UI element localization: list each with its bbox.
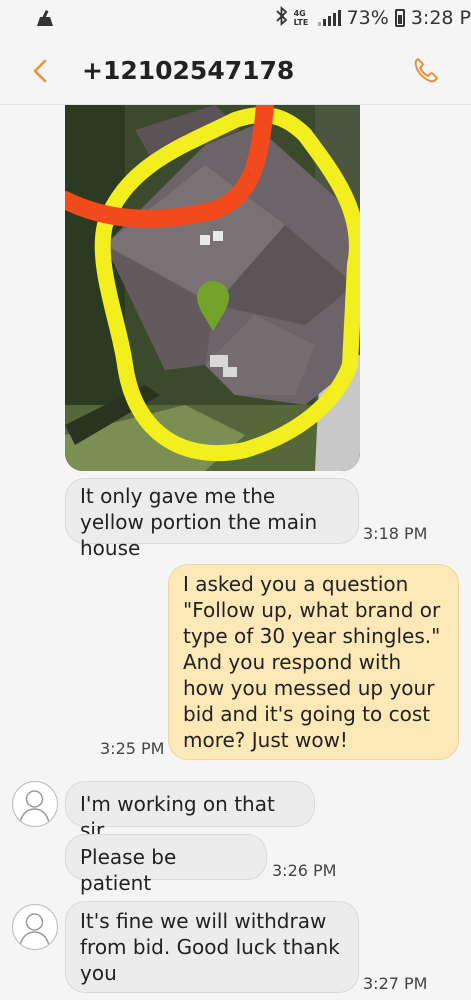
message-timestamp: 3:25 PM bbox=[100, 739, 165, 758]
message-timestamp: 3:26 PM bbox=[272, 861, 337, 880]
message-text: It only gave me the yellow portion the m… bbox=[80, 484, 318, 560]
message-list[interactable]: It only gave me the yellow portion the m… bbox=[0, 105, 471, 1000]
person-icon bbox=[19, 913, 50, 947]
contact-title: +12102547178 bbox=[82, 56, 295, 85]
message-timestamp: 3:18 PM bbox=[363, 524, 428, 543]
status-icons: 4G LTE 73% 3:28 P bbox=[275, 5, 471, 31]
message-text: Please be patient bbox=[80, 845, 177, 895]
back-button[interactable] bbox=[22, 50, 62, 90]
conversation-header: +12102547178 bbox=[0, 36, 471, 105]
incoming-message[interactable]: I'm working on that sir bbox=[65, 781, 315, 842]
message-text: It's fine we will withdraw from bid. Goo… bbox=[80, 909, 340, 985]
battery-percentage: 73% bbox=[346, 7, 389, 29]
signal-strength-icon bbox=[317, 10, 341, 26]
chevron-left-icon bbox=[33, 59, 47, 83]
status-time: 3:28 P bbox=[410, 7, 471, 29]
battery-icon bbox=[394, 9, 405, 27]
aerial-roof-photo bbox=[65, 105, 360, 471]
bluetooth-icon bbox=[275, 5, 288, 31]
image-message[interactable] bbox=[65, 105, 360, 471]
incoming-message[interactable]: Please be patient bbox=[65, 834, 267, 895]
message-text: I asked you a question "Follow up, what … bbox=[183, 572, 441, 752]
message-timestamp: 3:27 PM bbox=[363, 974, 428, 993]
incoming-message[interactable]: It only gave me the yellow portion the m… bbox=[65, 478, 359, 560]
phone-icon bbox=[414, 58, 438, 83]
incoming-message[interactable]: It's fine we will withdraw from bid. Goo… bbox=[65, 901, 359, 993]
contact-avatar[interactable] bbox=[12, 781, 58, 827]
network-type-label: 4G LTE bbox=[293, 9, 309, 27]
contact-avatar[interactable] bbox=[12, 904, 58, 950]
call-button[interactable] bbox=[406, 50, 446, 90]
person-icon bbox=[19, 790, 50, 824]
outgoing-message[interactable]: I asked you a question "Follow up, what … bbox=[168, 564, 459, 760]
status-bar: 4G LTE 73% 3:28 P bbox=[0, 0, 471, 36]
cleaning-notification-icon bbox=[34, 8, 56, 28]
